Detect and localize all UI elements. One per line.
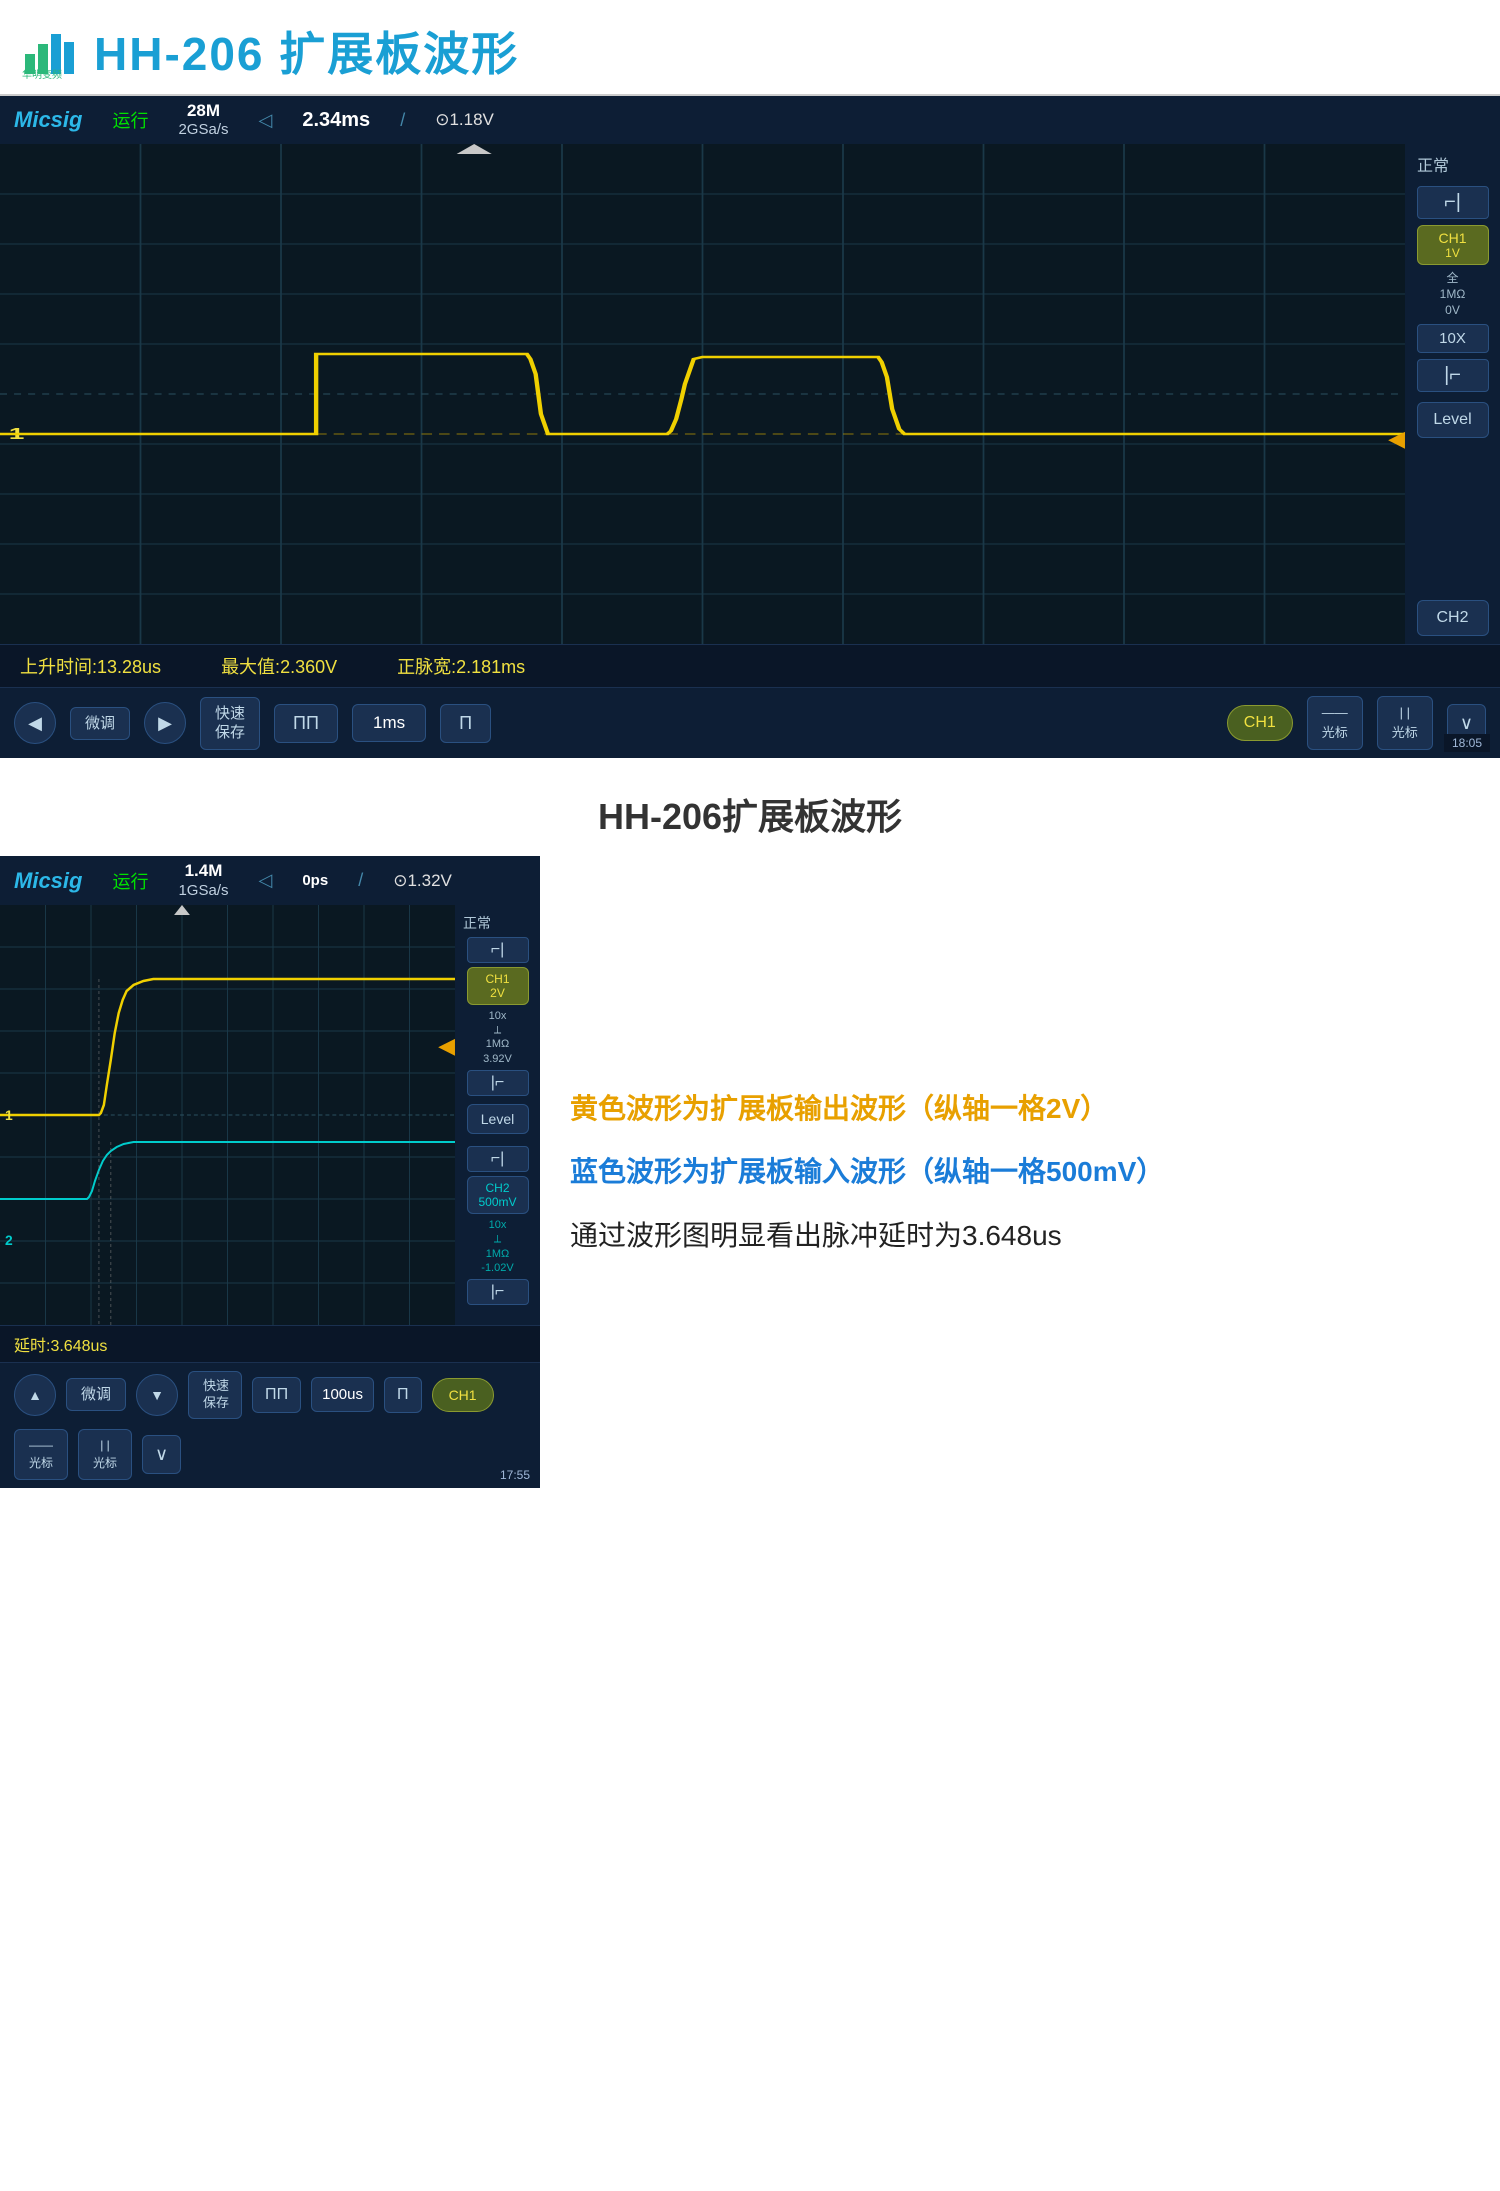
scope1-wave-double-btn[interactable]: ΠΠ <box>274 704 338 743</box>
scope2-ch2-rise-btn[interactable]: ⌐| <box>467 1146 529 1172</box>
scope2-normal-badge: 正常 <box>463 913 491 933</box>
scope2-annotations: 黄色波形为扩展板输出波形（纵轴一格2V） 蓝色波形为扩展板输入波形（纵轴一格50… <box>540 856 1500 1487</box>
scope1-right-panel: 正常 ⌐| CH1 1V 全 1MΩ 0V 10X |⌐ Level CH2 <box>1405 144 1500 644</box>
svg-text:华明变频: 华明变频 <box>22 68 62 79</box>
scope1-trigger-arrow: ◀ <box>1388 426 1405 452</box>
scope1-quick-save-btn[interactable]: 快速 保存 <box>200 697 260 750</box>
scope1-divider1: ◁ <box>259 110 273 131</box>
page-header: 华明变频 HH-206 扩展板波形 <box>0 0 1500 94</box>
scope2-screen: 1 2 ◀ <box>0 905 455 1325</box>
scope2-trigger-arrow: ◀ <box>438 1033 455 1059</box>
logo-area: 华明变频 HH-206 扩展板波形 <box>20 18 519 84</box>
scope1-ch1-ctrl-btn[interactable]: CH1 <box>1227 705 1293 741</box>
annotation-delay: 通过波形图明显看出脉冲延时为3.648us <box>570 1216 1470 1255</box>
scope1-memory: 28M <box>187 101 220 121</box>
svg-text:2: 2 <box>5 1232 13 1248</box>
company-logo: 华明变频 <box>20 24 80 79</box>
scope1-pulse-width: 正脉宽:2.181ms <box>397 653 525 679</box>
scope2-ch1-fall-btn[interactable]: |⌐ <box>467 1070 529 1096</box>
scope1-left-arrow-btn[interactable]: ◀ <box>14 702 56 744</box>
scope1-level-btn[interactable]: Level <box>1417 402 1489 438</box>
oscilloscope-1: Micsig 运行 28M 2GSa/s ◁ 2.34ms / ⊙1.18V <box>0 96 1500 758</box>
scope1-grid-svg: 1 <box>0 144 1405 644</box>
scope1-cursor2-btn[interactable]: | | 光标 <box>1377 696 1433 750</box>
scope1-controls: ◀ 微调 ▶ 快速 保存 ΠΠ 1ms Π CH1 —— 光标 | | 光标 ∨… <box>0 687 1500 758</box>
scope2-section: Micsig 运行 1.4M 1GSa/s ◁ 0ps / ⊙1.32V <box>0 856 1500 1517</box>
scope2-down-arrow-btn[interactable]: ▼ <box>136 1374 178 1416</box>
scope1-rise-edge-btn[interactable]: ⌐| <box>1417 186 1489 219</box>
scope2-top-bar: Micsig 运行 1.4M 1GSa/s ◁ 0ps / ⊙1.32V <box>0 856 540 904</box>
scope1-time-div: 2.34ms <box>302 109 370 132</box>
scope1-time-display: 18:05 <box>1444 734 1490 752</box>
svg-text:1: 1 <box>5 1107 13 1123</box>
scope1-measurements: 上升时间:13.28us 最大值:2.360V 正脉宽:2.181ms <box>0 644 1500 687</box>
scope2-memory-block: 1.4M 1GSa/s <box>178 861 228 899</box>
scope2-time-btn[interactable]: 100us <box>311 1377 374 1412</box>
scope2-grid-svg: 1 2 <box>0 905 455 1325</box>
scope2-ch1-rise-btn[interactable]: ⌐| <box>467 937 529 963</box>
scope2-time-display: 17:55 <box>500 1468 530 1482</box>
scope1-ch2-btn[interactable]: CH2 <box>1417 600 1489 636</box>
scope2-up-arrow-btn[interactable]: ▲ <box>14 1374 56 1416</box>
scope1-fall-edge-btn[interactable]: |⌐ <box>1417 359 1489 392</box>
scope2-ch2-btn[interactable]: CH2 500mV <box>467 1176 529 1214</box>
section2-title: HH-206扩展板波形 <box>0 758 1500 856</box>
scope2-ch1-ctrl-btn[interactable]: CH1 <box>432 1378 494 1412</box>
scope2-delay-time: 延时:3.648us <box>14 1332 107 1356</box>
scope1-ch1-detail: 全 1MΩ 0V <box>1440 271 1466 318</box>
scope2-ch1-detail: 10x ⟂ 1MΩ 3.92V <box>483 1009 512 1066</box>
scope1-top-bar: Micsig 运行 28M 2GSa/s ◁ 2.34ms / ⊙1.18V <box>0 96 1500 144</box>
scope1-normal-badge: 正常 <box>1417 152 1449 176</box>
scope2-sample-rate: 1GSa/s <box>178 882 228 900</box>
scope2-left: Micsig 运行 1.4M 1GSa/s ◁ 0ps / ⊙1.32V <box>0 856 540 1487</box>
scope2-time-ref: 0ps <box>302 872 328 889</box>
scope1-status: 运行 <box>112 107 148 133</box>
scope1-10x-badge: 10X <box>1417 324 1489 353</box>
scope1-divider2: / <box>400 110 405 131</box>
scope1-memory-block: 28M 2GSa/s <box>178 101 228 139</box>
scope2-expand-btn[interactable]: ∨ <box>142 1435 181 1474</box>
scope1-max-val: 最大值:2.360V <box>221 653 337 679</box>
scope2-cursor1-btn[interactable]: —— 光标 <box>14 1429 68 1480</box>
scope1-rise-time: 上升时间:13.28us <box>20 653 161 679</box>
annotation-blue: 蓝色波形为扩展板输入波形（纵轴一格500mV） <box>570 1152 1470 1191</box>
scope1-ch1-btn[interactable]: CH1 1V <box>1417 225 1489 265</box>
scope2-cursor2-btn[interactable]: | | 光标 <box>78 1429 132 1480</box>
scope2-quick-save-btn[interactable]: 快速 保存 <box>188 1371 242 1419</box>
scope2-brand: Micsig <box>14 868 82 894</box>
scope1-wave-single-btn[interactable]: Π <box>440 704 491 743</box>
annotation-yellow: 黄色波形为扩展板输出波形（纵轴一格2V） <box>570 1089 1470 1128</box>
scope2-ch1-btn[interactable]: CH1 2V <box>467 967 529 1005</box>
scope2-wave-single-btn[interactable]: Π <box>384 1377 422 1413</box>
scope2-level-btn[interactable]: Level <box>467 1104 529 1134</box>
scope2-right-panel: 正常 ⌐| CH1 2V 10x ⟂ 1MΩ 3.92V |⌐ Level <box>455 905 540 1325</box>
scope1-sample-rate: 2GSa/s <box>178 121 228 139</box>
scope1-brand: Micsig <box>14 107 82 133</box>
scope1-fine-adj-btn[interactable]: 微调 <box>70 707 130 741</box>
scope2-trigger: ⊙1.32V <box>393 871 452 891</box>
scope2-wave-double-btn[interactable]: ΠΠ <box>252 1377 301 1413</box>
scope2-fine-adj-btn[interactable]: 微调 <box>66 1378 126 1412</box>
scope1-right-arrow-btn[interactable]: ▶ <box>144 702 186 744</box>
scope2-status: 运行 <box>112 868 148 894</box>
scope2-controls: ▲ 微调 ▼ 快速 保存 ΠΠ 100us Π CH1 —— 光标 | | 光标… <box>0 1362 540 1488</box>
scope2-measurements: 延时:3.648us <box>0 1325 540 1362</box>
scope1-time-btn[interactable]: 1ms <box>352 704 426 742</box>
scope1-cursor1-btn[interactable]: —— 光标 <box>1307 696 1363 750</box>
scope2-display-wrapper: 1 2 ◀ 正常 ⌐| CH1 <box>0 905 540 1325</box>
scope2-ch2-fall-btn[interactable]: |⌐ <box>467 1279 529 1305</box>
scope1-screen: 1 ◀ <box>0 144 1405 644</box>
scope1-display-wrapper: 1 ◀ 正常 ⌐| CH1 1V 全 <box>0 144 1500 644</box>
scope1-trigger: ⊙1.18V <box>435 110 494 130</box>
scope2-ch2-detail: 10x ⟂ 1MΩ -1.02V <box>481 1218 513 1275</box>
header-title: HH-206 扩展板波形 <box>94 18 519 84</box>
scope2-memory: 1.4M <box>185 861 223 881</box>
